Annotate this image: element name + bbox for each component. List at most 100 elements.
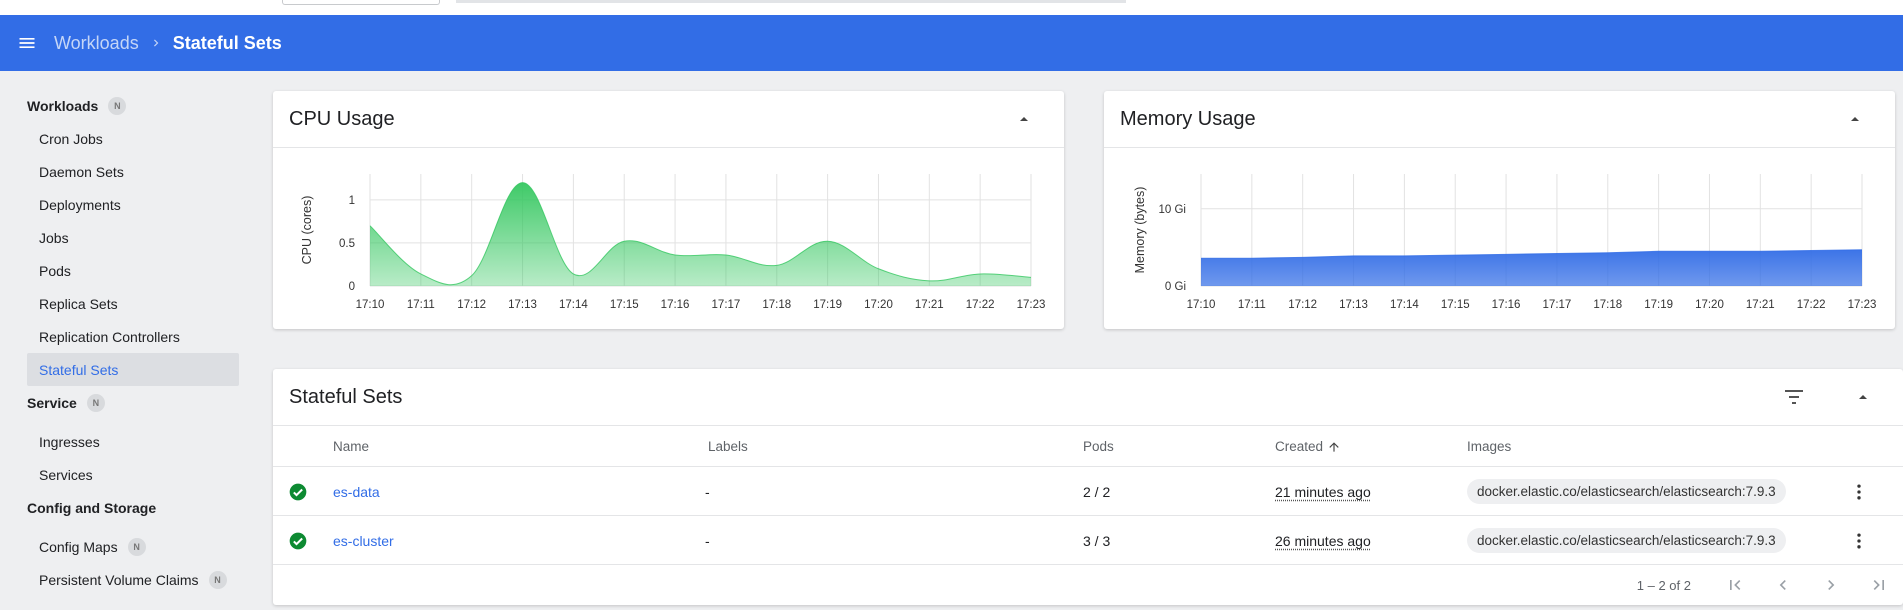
x-tick-label: 17:19: [1644, 299, 1673, 311]
image-chip[interactable]: docker.elastic.co/elasticsearch/elastics…: [1467, 528, 1786, 553]
nav-section-label: Service: [27, 394, 77, 411]
y-tick-label: 10 Gi: [1159, 204, 1187, 216]
card-header: Stateful Sets: [273, 369, 1903, 426]
x-tick-label: 17:22: [1797, 299, 1826, 311]
x-tick-label: 17:10: [1187, 299, 1216, 311]
stateful-set-name-link[interactable]: es-cluster: [333, 516, 394, 565]
chevron-up-icon[interactable]: [1853, 387, 1873, 407]
namespaced-badge: N: [208, 570, 227, 589]
card-title: Stateful Sets: [289, 385, 403, 408]
namespaced-badge: N: [108, 96, 127, 115]
column-header-pods: Pods: [1083, 439, 1114, 454]
x-tick-label: 17:13: [1339, 299, 1368, 311]
more-vert-icon[interactable]: [1849, 516, 1869, 565]
x-tick-label: 17:21: [1746, 299, 1775, 311]
labels-value: -: [705, 483, 710, 500]
nav-section-service[interactable]: Service N: [0, 386, 256, 419]
x-tick-label: 17:10: [356, 299, 385, 311]
next-page-icon[interactable]: [1807, 565, 1855, 605]
sidebar-item-label: Persistent Volume Claims: [39, 571, 199, 588]
column-header-created[interactable]: Created: [1275, 439, 1341, 454]
previous-page-icon[interactable]: [1759, 565, 1807, 605]
series-area: [1201, 249, 1862, 286]
column-header-name[interactable]: Name: [333, 439, 369, 454]
y-tick-label: 0: [349, 281, 355, 293]
column-header-images: Images: [1467, 439, 1512, 454]
first-page-icon[interactable]: [1711, 565, 1759, 605]
x-tick-label: 17:16: [1492, 299, 1521, 311]
chevron-up-icon[interactable]: [1845, 109, 1865, 129]
column-header-labels: Labels: [708, 439, 748, 454]
created-value[interactable]: 21 minutes ago: [1275, 484, 1371, 500]
chevron-up-icon[interactable]: [1014, 109, 1034, 129]
sidebar-item-config-maps[interactable]: Config Maps N: [0, 530, 239, 563]
filter-list-icon[interactable]: [1783, 387, 1805, 407]
x-tick-label: 17:21: [915, 299, 944, 311]
card-title: CPU Usage: [289, 107, 395, 130]
cpu-usage-card: CPU Usage 17:10 17:11 17:12 17:13 17:14 17:15…: [273, 91, 1064, 329]
x-tick-label: 17:15: [610, 299, 639, 311]
images-cell: docker.elastic.co/elasticsearch/elastics…: [1467, 467, 1786, 516]
sidebar-item-services[interactable]: Services: [0, 458, 239, 491]
x-tick-label: 17:11: [1238, 299, 1266, 311]
x-tick-label: 17:17: [1543, 299, 1572, 311]
table-header: Name Labels Pods Created Images: [273, 427, 1903, 467]
sidebar-item-cron-jobs[interactable]: Cron Jobs: [0, 122, 239, 155]
sidebar-item-deployments[interactable]: Deployments: [0, 188, 239, 221]
top-toolbar-strip: [0, 0, 1903, 15]
x-tick-label: 17:23: [1848, 299, 1877, 311]
sidebar-item-daemon-sets[interactable]: Daemon Sets: [0, 155, 239, 188]
search-bar[interactable]: [456, 0, 1126, 3]
sidebar-item-pods[interactable]: Pods: [0, 254, 239, 287]
page-title: Stateful Sets: [172, 32, 282, 53]
card-title: Memory Usage: [1120, 107, 1256, 130]
x-tick-label: 17:16: [661, 299, 690, 311]
stateful-set-name-link[interactable]: es-data: [333, 467, 380, 516]
column-header-label: Created: [1275, 439, 1324, 454]
images-cell: docker.elastic.co/elasticsearch/elastics…: [1467, 516, 1786, 565]
image-chip[interactable]: docker.elastic.co/elasticsearch/elastics…: [1467, 479, 1786, 504]
table-row[interactable]: es-cluster - 3 / 3 26 minutes ago docker…: [273, 516, 1903, 565]
y-tick-label: 1: [349, 195, 355, 207]
sidebar-item-replication-controllers[interactable]: Replication Controllers: [0, 320, 239, 353]
last-page-icon[interactable]: [1855, 565, 1903, 605]
paginator-range-label: 1 – 2 of 2: [1636, 577, 1691, 593]
memory-usage-card: Memory Usage 17:10 17:11 17:12 17:13 17:14 17…: [1104, 91, 1895, 329]
created-cell: 21 minutes ago: [1275, 467, 1371, 516]
sidebar-item-replica-sets[interactable]: Replica Sets: [0, 287, 239, 320]
sidebar: Workloads N Cron Jobs Daemon Sets Deploy…: [0, 71, 256, 610]
paginator: 1 – 2 of 2: [1637, 565, 1903, 605]
check-circle-icon: [288, 467, 308, 516]
sidebar-item-stateful-sets[interactable]: Stateful Sets: [27, 353, 239, 386]
pods-value: 2 / 2: [1083, 483, 1111, 500]
menu-icon[interactable]: [0, 15, 54, 71]
sidebar-item-persistent-volume-claims[interactable]: Persistent Volume Claims N: [0, 563, 239, 596]
x-tick-label: 17:20: [1695, 299, 1724, 311]
created-value[interactable]: 26 minutes ago: [1275, 533, 1371, 549]
table-row[interactable]: es-data - 2 / 2 21 minutes ago docker.el…: [273, 467, 1903, 516]
sidebar-item-ingresses[interactable]: Ingresses: [0, 425, 239, 458]
x-tick-label: 17:19: [813, 299, 842, 311]
memory-usage-chart: 17:10 17:11 17:12 17:13 17:14 17:15 17:16 17:17…: [1133, 174, 1877, 311]
sidebar-item-label: Config Maps: [39, 538, 118, 555]
more-vert-icon[interactable]: [1849, 467, 1869, 516]
created-cell: 26 minutes ago: [1275, 516, 1371, 565]
x-tick-label: 17:20: [864, 299, 893, 311]
x-tick-label: 17:13: [508, 299, 537, 311]
x-tick-label: 17:17: [712, 299, 741, 311]
x-tick-label: 17:23: [1017, 299, 1046, 311]
chevron-right-icon: [149, 36, 163, 50]
series-area: [370, 182, 1031, 286]
breadcrumb-workloads[interactable]: Workloads: [54, 33, 139, 54]
namespace-selector[interactable]: [282, 0, 440, 5]
x-tick-label: 17:18: [1593, 299, 1622, 311]
cpu-usage-chart: 17:10 17:11 17:12 17:13 17:14 17:15 17:16 17:17…: [300, 174, 1046, 311]
nav-section-workloads[interactable]: Workloads N: [0, 89, 256, 122]
sidebar-item-jobs[interactable]: Jobs: [0, 221, 239, 254]
x-tick-label: 17:11: [407, 299, 435, 311]
y-tick-label: 0 Gi: [1165, 281, 1186, 293]
y-axis-label: CPU (cores): [300, 196, 314, 265]
nav-section-label: Config and Storage: [27, 499, 157, 516]
nav-section-config-and-storage[interactable]: Config and Storage: [0, 491, 256, 524]
x-tick-label: 17:22: [966, 299, 995, 311]
